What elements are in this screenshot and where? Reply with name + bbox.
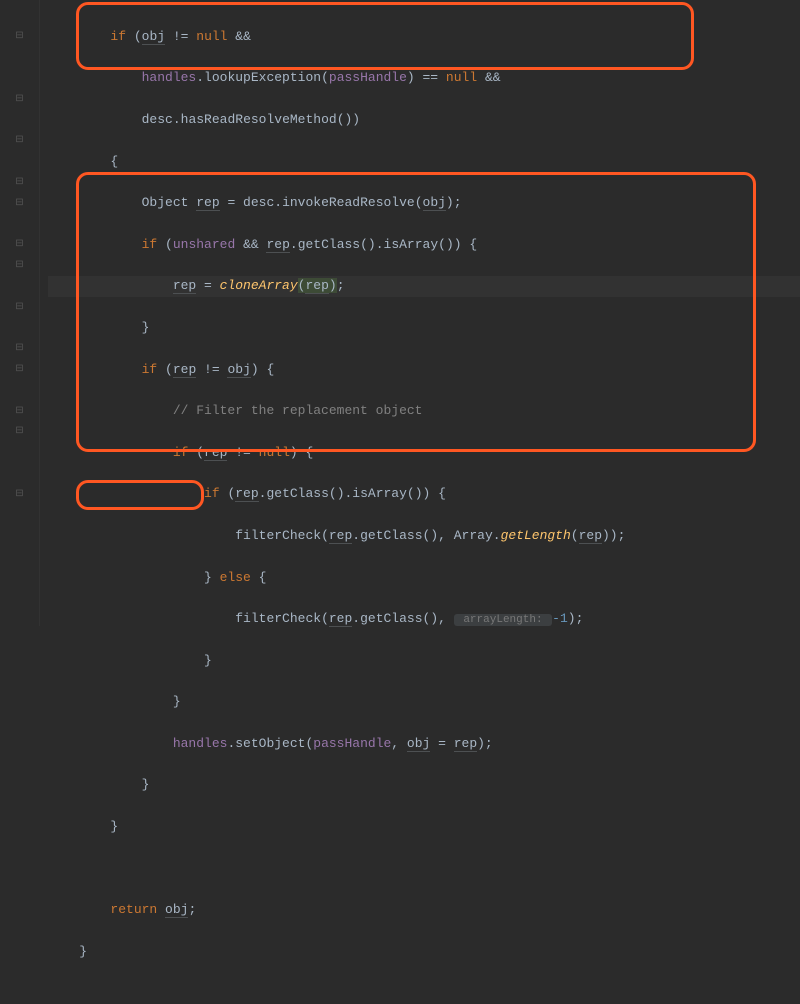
gutter-row: [0, 443, 39, 464]
gutter-row: [0, 214, 39, 235]
code-line: if (rep != null) {: [48, 443, 800, 464]
code-line: if (obj != null &&: [48, 27, 800, 48]
code-line: if (unshared && rep.getClass().isArray()…: [48, 235, 800, 256]
fold-end-icon[interactable]: ⊟: [0, 422, 39, 443]
fold-icon[interactable]: ⊟: [0, 89, 39, 110]
code-line: }: [48, 318, 800, 339]
code-line: }: [48, 942, 800, 963]
code-line: return obj;: [48, 900, 800, 921]
gutter-row: [0, 464, 39, 485]
code-line: // Filter the replacement object: [48, 401, 800, 422]
code-line: filterCheck(rep.getClass(), Array.getLen…: [48, 526, 800, 547]
code-line: } else {: [48, 568, 800, 589]
code-line: desc.hasReadResolveMethod()): [48, 110, 800, 131]
code-line: [48, 859, 800, 880]
fold-icon[interactable]: ⊟: [0, 27, 39, 48]
code-editor: ⊟ ⊟ ⊟ ⊟ ⊟ ⊟ ⊟ ⊟ ⊟ ⊟ ⊟ ⊟ ⊟ if (obj != nul…: [0, 0, 800, 626]
code-line: }: [48, 817, 800, 838]
code-line: }: [48, 775, 800, 796]
fold-icon[interactable]: ⊟: [0, 131, 39, 152]
code-area[interactable]: if (obj != null && handles.lookupExcepti…: [40, 0, 800, 626]
fold-end-icon[interactable]: ⊟: [0, 360, 39, 381]
gutter-row: [0, 505, 39, 526]
code-line-highlighted: rep = cloneArray(rep);: [48, 276, 800, 297]
gutter-row: [0, 48, 39, 69]
code-line: }: [48, 651, 800, 672]
code-line: }: [48, 692, 800, 713]
fold-icon[interactable]: ⊟: [0, 256, 39, 277]
code-line: filterCheck(rep.getClass(), arrayLength:…: [48, 609, 800, 630]
fold-end-icon[interactable]: ⊟: [0, 339, 39, 360]
gutter: ⊟ ⊟ ⊟ ⊟ ⊟ ⊟ ⊟ ⊟ ⊟ ⊟ ⊟ ⊟ ⊟: [0, 0, 40, 626]
code-line: handles.lookupException(passHandle) == n…: [48, 68, 800, 89]
code-line: if (rep.getClass().isArray()) {: [48, 484, 800, 505]
gutter-row: [0, 318, 39, 339]
gutter-row: [0, 152, 39, 173]
gutter-row: [0, 110, 39, 131]
fold-end-icon[interactable]: ⊟: [0, 484, 39, 505]
fold-end-icon[interactable]: ⊟: [0, 172, 39, 193]
fold-icon[interactable]: ⊟: [0, 297, 39, 318]
code-line: {: [48, 152, 800, 173]
code-line: if (rep != obj) {: [48, 360, 800, 381]
fold-icon[interactable]: ⊟: [0, 193, 39, 214]
gutter-row: [0, 380, 39, 401]
code-line: handles.setObject(passHandle, obj = rep)…: [48, 734, 800, 755]
gutter-row: [0, 276, 39, 297]
parameter-hint: arrayLength:: [454, 614, 552, 626]
fold-end-icon[interactable]: ⊟: [0, 401, 39, 422]
code-line: Object rep = desc.invokeReadResolve(obj)…: [48, 193, 800, 214]
fold-icon[interactable]: ⊟: [0, 235, 39, 256]
gutter-row: [0, 68, 39, 89]
gutter-row: [0, 6, 39, 27]
